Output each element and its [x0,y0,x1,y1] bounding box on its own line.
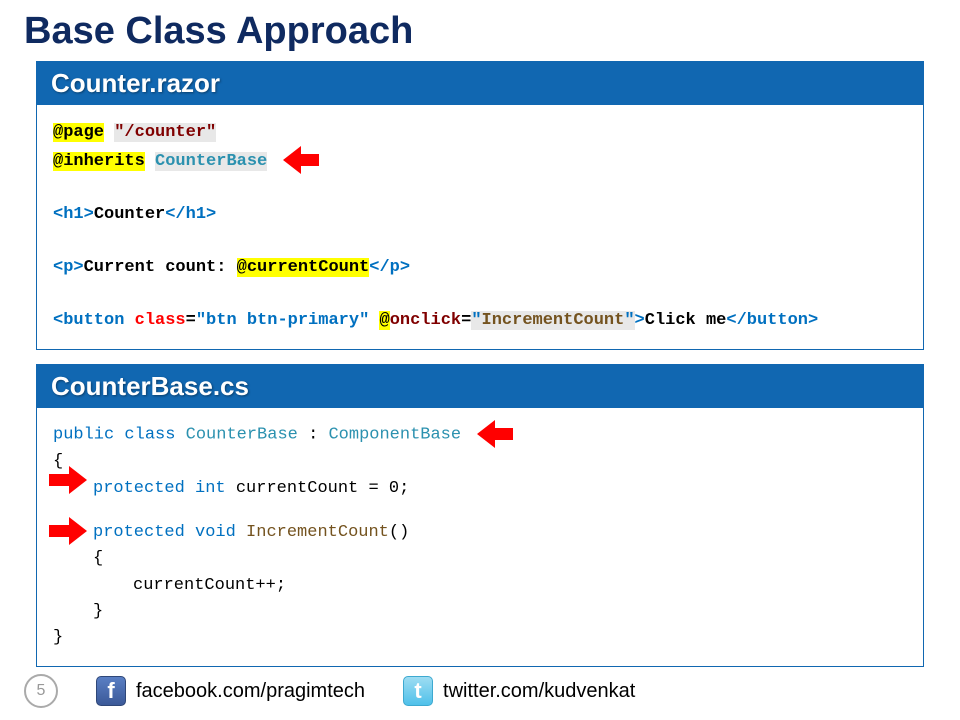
cs-protected2: protected [93,523,185,542]
razor-button-close: </button> [726,311,818,330]
twitter-icon: t [403,676,433,706]
cs-classname: CounterBase [186,426,298,445]
razor-open-end: > [635,311,645,330]
razor-p-text: Current count: [84,258,237,277]
facebook-icon: f [96,676,126,706]
slide-title: Base Class Approach [0,0,960,61]
razor-btn-text: Click me [645,311,727,330]
cs-field: currentCount = 0; [236,479,409,498]
cs-class: class [124,426,175,445]
razor-h1-text: Counter [94,205,165,224]
arrow-icon [477,422,517,446]
cs-method: IncrementCount [246,523,389,542]
panel-body-cs: public class CounterBase : ComponentBase… [37,408,923,665]
cs-colon: : [308,426,318,445]
cs-int: int [195,479,226,498]
razor-str-q2: " [624,311,634,330]
footer: 5 f facebook.com/pragimtech t twitter.co… [24,674,665,708]
razor-button-open: <button [53,311,124,330]
arrow-icon [49,468,89,492]
cs-base: ComponentBase [328,426,461,445]
cs-parens: () [389,523,409,542]
facebook-link[interactable]: facebook.com/pragimtech [136,680,365,703]
razor-p-close: </p> [369,258,410,277]
razor-class-attr: class [135,311,186,330]
panel-counterbase-cs: CounterBase.cs public class CounterBase … [36,364,924,666]
cs-public: public [53,426,114,445]
arrow-icon [49,519,89,543]
razor-page-route: "/counter" [114,123,216,142]
razor-at-currentcount: @currentCount [237,258,370,277]
razor-onclick-attr: onclick [390,311,461,330]
razor-at-onclick: @ [379,311,389,330]
cs-open-brace: { [53,449,907,475]
panel-counter-razor: Counter.razor @page "/counter" @inherits… [36,61,924,350]
cs-body: currentCount++; [133,576,286,595]
cs-void: void [195,523,236,542]
razor-page-directive: @page [53,123,104,142]
cs-close-brace: } [53,625,907,651]
razor-inherits-directive: @inherits [53,152,145,171]
razor-onclick-method: IncrementCount [482,311,625,330]
razor-h1-close: </h1> [165,205,216,224]
panel-body-razor: @page "/counter" @inherits CounterBase <… [37,105,923,349]
razor-inherits-class: CounterBase [155,152,267,171]
razor-h1-open: <h1> [53,205,94,224]
twitter-link[interactable]: twitter.com/kudvenkat [443,680,635,703]
arrow-icon [283,148,323,172]
panel-header-razor: Counter.razor [37,62,923,105]
panel-header-cs: CounterBase.cs [37,365,923,408]
cs-open-brace2: { [93,549,103,568]
page-number: 5 [24,674,58,708]
razor-class-val: "btn btn-primary" [196,311,369,330]
razor-str-q: " [471,311,481,330]
cs-protected1: protected [93,479,185,498]
razor-p-open: <p> [53,258,84,277]
cs-close-brace2: } [93,602,103,621]
